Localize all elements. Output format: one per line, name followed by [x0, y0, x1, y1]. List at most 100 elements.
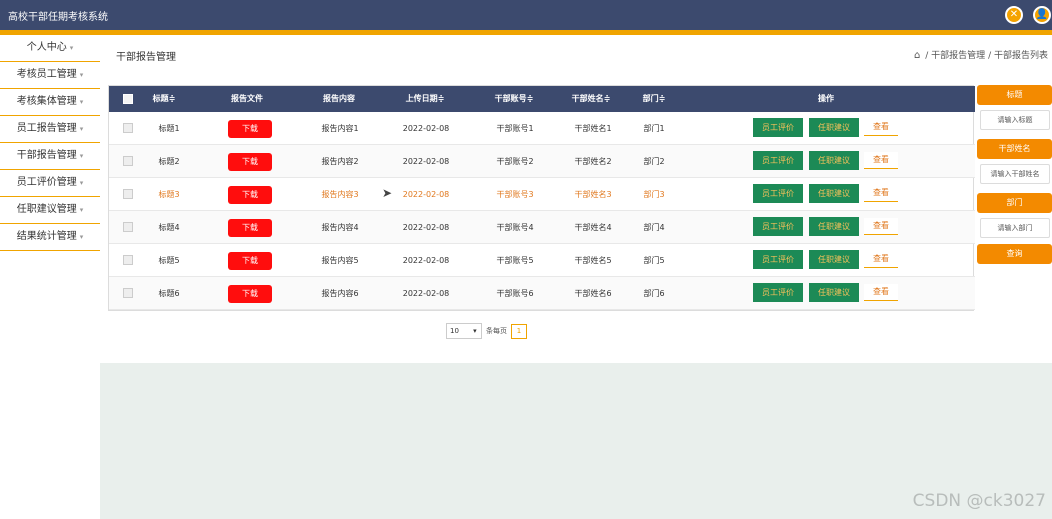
- search-name-input[interactable]: [980, 164, 1050, 184]
- appointment-suggestion-button[interactable]: 任职建议: [809, 118, 859, 137]
- staff-evaluation-button[interactable]: 员工评价: [753, 118, 803, 137]
- search-dept-input[interactable]: [980, 218, 1050, 238]
- cell-name: 干部姓名3: [574, 190, 612, 199]
- table-row: 标题3 下载 报告内容3 2022-02-08 干部账号3 干部姓名3 部门3 …: [109, 178, 975, 211]
- table-row: 标题1 下载 报告内容1 2022-02-08 干部账号1 干部姓名1 部门1 …: [109, 112, 975, 145]
- column-header-account[interactable]: 干部账号≑: [489, 86, 539, 112]
- top-bar: 高校干部任期考核系统 ✕ 👤: [0, 0, 1052, 30]
- breadcrumb-separator: /: [925, 51, 929, 61]
- cell-content: 报告内容5: [321, 256, 359, 265]
- view-button[interactable]: 查看: [864, 119, 898, 136]
- sidebar-item-appointment-suggestion[interactable]: 任职建议管理 ▾: [0, 197, 100, 224]
- cell-date: 2022-02-08: [402, 124, 450, 133]
- view-button[interactable]: 查看: [864, 251, 898, 268]
- search-dept-label: 部门: [977, 193, 1052, 213]
- sidebar-item-personal-center[interactable]: 个人中心 ▾: [0, 35, 100, 62]
- appointment-suggestion-button[interactable]: 任职建议: [809, 250, 859, 269]
- cell-date: 2022-02-08: [402, 223, 450, 232]
- column-header-file: 报告文件: [231, 94, 263, 103]
- cell-title: 标题4: [158, 223, 180, 232]
- cell-title: 标题5: [158, 256, 180, 265]
- app-title: 高校干部任期考核系统: [8, 12, 108, 23]
- cell-name: 干部姓名5: [574, 256, 612, 265]
- page-size-select[interactable]: 10 ▾: [446, 323, 482, 339]
- row-checkbox[interactable]: [123, 222, 133, 232]
- page-number-current[interactable]: 1: [511, 324, 527, 339]
- select-all-checkbox[interactable]: [123, 94, 133, 104]
- row-checkbox[interactable]: [123, 156, 133, 166]
- table-row: 标题5 下载 报告内容5 2022-02-08 干部账号5 干部姓名5 部门5 …: [109, 244, 975, 277]
- content-footer-area: [100, 363, 1052, 519]
- sidebar-item-label: 任职建议管理: [16, 204, 77, 215]
- sidebar-item-staff-evaluation[interactable]: 员工评价管理 ▾: [0, 170, 100, 197]
- staff-evaluation-button[interactable]: 员工评价: [753, 250, 803, 269]
- view-button[interactable]: 查看: [864, 284, 898, 301]
- appointment-suggestion-button[interactable]: 任职建议: [809, 184, 859, 203]
- appointment-suggestion-button[interactable]: 任职建议: [809, 217, 859, 236]
- cell-title: 标题2: [158, 157, 180, 166]
- row-checkbox[interactable]: [123, 288, 133, 298]
- chevron-down-icon: ▾: [473, 327, 477, 335]
- search-title-label: 标题: [977, 85, 1052, 105]
- cell-account: 干部账号6: [496, 289, 534, 298]
- staff-evaluation-button[interactable]: 员工评价: [753, 217, 803, 236]
- view-button[interactable]: 查看: [864, 218, 898, 235]
- download-button[interactable]: 下载: [228, 153, 272, 171]
- staff-evaluation-button[interactable]: 员工评价: [753, 151, 803, 170]
- cell-name: 干部姓名6: [574, 289, 612, 298]
- column-header-name[interactable]: 干部姓名≑: [566, 86, 616, 112]
- row-checkbox[interactable]: [123, 189, 133, 199]
- sidebar-item-group-assessment[interactable]: 考核集体管理 ▾: [0, 89, 100, 116]
- cell-title: 标题3: [158, 190, 180, 199]
- sidebar-item-staff-assessment[interactable]: 考核员工管理 ▾: [0, 62, 100, 89]
- cell-account: 干部账号5: [496, 256, 534, 265]
- close-icon[interactable]: ✕: [1005, 6, 1023, 24]
- column-header-content: 报告内容: [323, 94, 355, 103]
- cell-account: 干部账号1: [496, 124, 534, 133]
- sidebar-item-result-statistics[interactable]: 结果统计管理 ▾: [0, 224, 100, 251]
- table-row: 标题4 下载 报告内容4 2022-02-08 干部账号4 干部姓名4 部门4 …: [109, 211, 975, 244]
- search-name-label: 干部姓名: [977, 139, 1052, 159]
- cell-dept: 部门6: [643, 289, 665, 298]
- download-button[interactable]: 下载: [228, 120, 272, 138]
- column-header-date[interactable]: 上传日期≑: [399, 86, 451, 112]
- mouse-cursor-icon: ➤: [382, 186, 393, 200]
- staff-evaluation-button[interactable]: 员工评价: [753, 283, 803, 302]
- column-header-dept[interactable]: 部门≑: [639, 86, 669, 112]
- cell-content: 报告内容3: [321, 190, 359, 199]
- cell-dept: 部门2: [643, 157, 665, 166]
- chevron-down-icon: ▾: [79, 233, 84, 241]
- staff-evaluation-button[interactable]: 员工评价: [753, 184, 803, 203]
- download-button[interactable]: 下载: [228, 219, 272, 237]
- cell-dept: 部门3: [643, 190, 665, 199]
- download-button[interactable]: 下载: [228, 285, 272, 303]
- search-title-input[interactable]: [980, 110, 1050, 130]
- cell-name: 干部姓名1: [574, 124, 612, 133]
- view-button[interactable]: 查看: [864, 152, 898, 169]
- cell-name: 干部姓名4: [574, 223, 612, 232]
- cell-date: 2022-02-08: [402, 157, 450, 166]
- search-button[interactable]: 查询: [977, 244, 1052, 264]
- sidebar-item-label: 干部报告管理: [16, 150, 77, 161]
- sidebar-item-label: 考核员工管理: [16, 69, 77, 80]
- user-icon[interactable]: 👤: [1033, 6, 1051, 24]
- download-button[interactable]: 下载: [228, 252, 272, 270]
- table-row: 标题6 下载 报告内容6 2022-02-08 干部账号6 干部姓名6 部门6 …: [109, 277, 975, 310]
- sidebar-item-label: 个人中心: [26, 42, 67, 53]
- breadcrumb-level1[interactable]: 干部报告管理: [931, 51, 985, 61]
- cell-title: 标题1: [158, 124, 180, 133]
- sidebar-item-cadre-report[interactable]: 干部报告管理 ▾: [0, 143, 100, 170]
- row-checkbox[interactable]: [123, 123, 133, 133]
- view-button[interactable]: 查看: [864, 185, 898, 202]
- sidebar-item-label: 考核集体管理: [16, 96, 77, 107]
- sidebar-item-label: 员工评价管理: [16, 177, 77, 188]
- cell-account: 干部账号2: [496, 157, 534, 166]
- download-button[interactable]: 下载: [228, 186, 272, 204]
- appointment-suggestion-button[interactable]: 任职建议: [809, 283, 859, 302]
- sidebar-item-staff-report[interactable]: 员工报告管理 ▾: [0, 116, 100, 143]
- appointment-suggestion-button[interactable]: 任职建议: [809, 151, 859, 170]
- cell-date: 2022-02-08: [402, 190, 450, 199]
- row-checkbox[interactable]: [123, 255, 133, 265]
- home-icon[interactable]: ⌂: [914, 50, 920, 61]
- column-header-title[interactable]: 标题≑: [149, 86, 179, 112]
